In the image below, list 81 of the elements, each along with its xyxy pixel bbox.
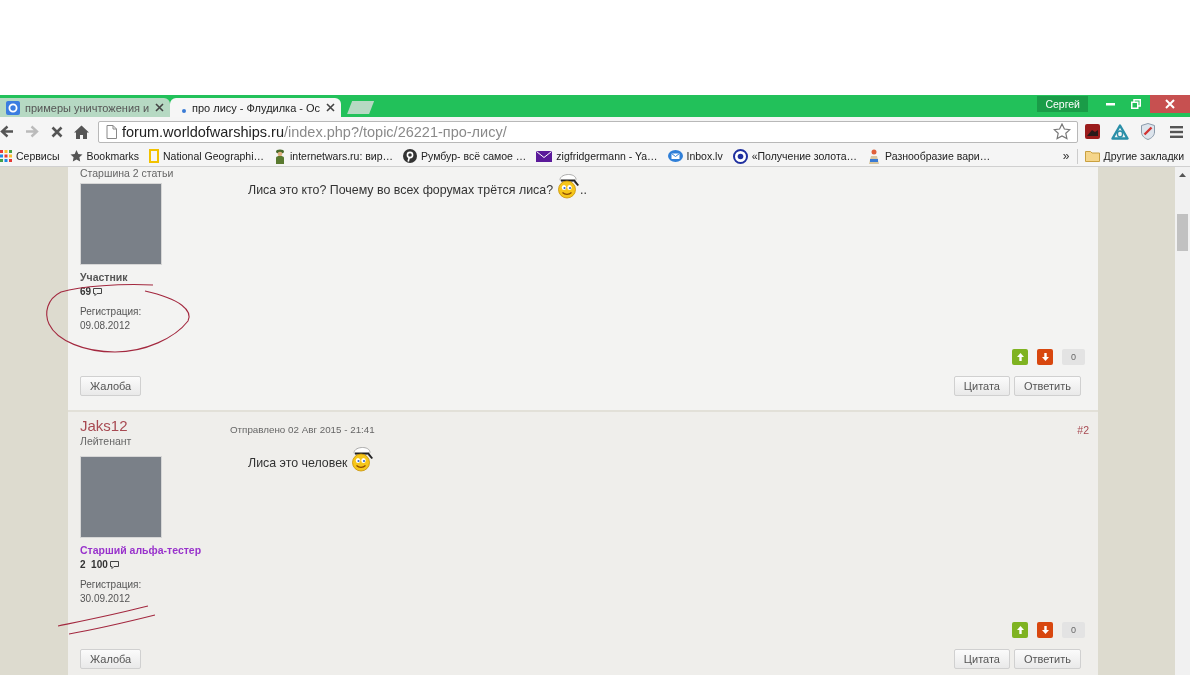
registration-label: Регистрация: [80,306,143,318]
cross-icon [50,125,63,138]
comment-icon [109,561,119,569]
vote-up-button[interactable] [1012,349,1028,365]
tab-close-icon[interactable] [326,103,336,112]
arrow-up-icon [1016,626,1024,634]
star-icon [69,150,83,162]
bookmark-link[interactable]: Bookmarks [69,150,140,162]
close-button[interactable] [1150,95,1190,113]
scrollbar-thumb[interactable] [1177,214,1188,251]
arrow-down-icon [1041,353,1049,361]
url-text: forum.worldofwarships.ru/index.php?/topic/26221-про-лису/ [122,123,507,140]
report-button[interactable]: Жалоба [80,376,142,396]
registration-label: Регистрация: [80,579,143,591]
restore-icon [1130,99,1141,109]
folder-icon [1084,150,1100,162]
menu-icon [1169,125,1183,138]
bookmark-link[interactable]: internetwars.ru: вир… [274,148,394,164]
frame-icon [149,149,160,163]
address-field[interactable]: forum.worldofwarships.ru/index.php?/topic/26221-про-лису/ [98,120,1078,143]
bookmark-link[interactable]: «Получение золота… [732,148,857,164]
bookmark-link[interactable]: Сервисы [0,150,60,162]
shield-icon [1141,123,1155,140]
quote-button[interactable]: Цитата [953,376,1010,396]
bookmark-link[interactable]: Разнообразие вари… [867,148,991,164]
square-logo-icon [1084,124,1100,139]
bookmark-link[interactable]: National Geographi… [149,149,264,163]
arrow-up-icon [1016,353,1024,361]
browser-tab[interactable]: примеры уничтожения и [0,98,170,117]
vote-up-button[interactable] [1012,622,1028,638]
bookmark-star-icon[interactable] [1053,123,1071,140]
bookmark-link[interactable]: zigfridgermann - Ya… [536,150,658,162]
report-button[interactable]: Жалоба [80,649,142,669]
rating-count: 0 [1062,622,1085,638]
post-count: 2 100 [80,559,108,571]
user-group: Участник [80,271,230,284]
bookmark-link[interactable]: Inbox.lv [667,150,723,162]
message-text: Лиса это человек [248,455,348,472]
soldier-icon [274,148,286,164]
figure-icon [867,148,881,164]
profile-button[interactable]: Сергей [1037,96,1088,112]
home-icon [74,124,89,139]
close-icon [1165,99,1175,109]
favicon-icon [6,100,20,115]
bookmark-link[interactable]: Румбур- всё самое … [403,149,527,163]
post-count: 69 [80,286,92,298]
page-icon [106,124,117,139]
message-text: Лиса это кто? Почему во всех форумах трётся лиса? [248,182,554,199]
arrow-up-icon[interactable] [1179,173,1186,177]
triangle-logo-icon [1111,123,1129,140]
envelope-icon [536,150,553,162]
user-rank: Лейтенант [80,435,133,447]
registration-date: 30.09.2012 [80,593,132,605]
user-group: Старший альфа-тестер [80,544,230,557]
vote-down-button[interactable] [1037,622,1053,638]
author-name[interactable]: Jaks12 [80,417,230,435]
round-logo-icon [403,149,418,163]
rating-count: 0 [1062,349,1085,365]
tab-close-icon[interactable] [155,103,164,112]
quote-button[interactable]: Цитата [953,649,1010,669]
favicon-icon [182,109,186,113]
reply-button[interactable]: Ответить [1013,649,1081,669]
registration-date: 09.08.2012 [80,320,132,332]
user-rank: Старшина 2 статьи [80,167,175,179]
envelope-icon [667,150,683,162]
arrow-left-icon [0,125,14,138]
minimize-icon [1106,102,1115,106]
comment-icon [93,288,103,296]
arrow-down-icon [1041,626,1049,634]
post-date: Отправлено 02 Авг 2015 - 21:41 [230,424,375,436]
post-number-link[interactable]: #2 [1077,424,1089,436]
bookmarks-overflow-button[interactable]: » [1062,149,1070,163]
smiley-icon [556,173,581,199]
apps-icon [0,150,12,162]
vote-down-button[interactable] [1037,349,1053,365]
message-text: .. [580,182,587,199]
smiley-icon [350,446,375,472]
arrow-right-icon [24,125,39,138]
reply-button[interactable]: Ответить [1013,376,1081,396]
bookmark-folder-link[interactable]: Другие закладки [1084,150,1184,162]
browser-tab[interactable]: про лису - Флудилка - Ос [170,98,342,117]
